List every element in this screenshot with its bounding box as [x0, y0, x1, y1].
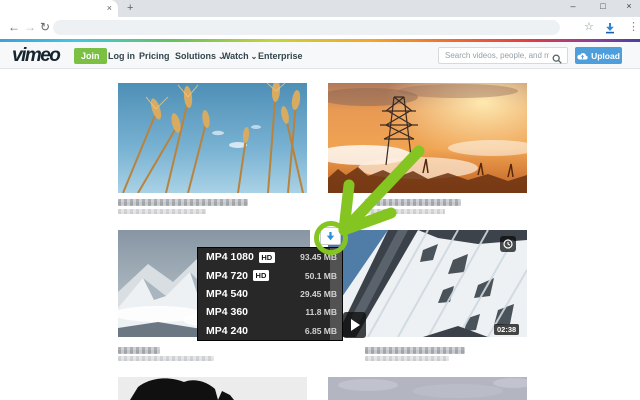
join-button[interactable]: Join	[74, 48, 107, 64]
play-button[interactable]	[343, 312, 366, 338]
browser-tab[interactable]: ×	[0, 0, 118, 17]
back-icon[interactable]: ←	[8, 21, 20, 33]
video-thumbnail-wheat[interactable]	[118, 83, 307, 193]
play-icon	[351, 319, 360, 331]
download-arrow-icon	[325, 231, 336, 242]
hd-badge: HD	[253, 270, 269, 281]
video-meta-redacted	[365, 356, 449, 361]
vimeo-navbar: vimeo Join Log in Pricing Solutions⌄ Wat…	[0, 42, 640, 69]
nav-link-enterprise[interactable]: Enterprise	[258, 51, 303, 61]
nav-link-pricing[interactable]: Pricing	[139, 51, 170, 61]
window-close-icon[interactable]: ×	[622, 1, 636, 11]
search-input[interactable]	[438, 47, 568, 64]
chevron-down-icon: ⌄	[251, 52, 258, 61]
new-tab-icon[interactable]: +	[127, 2, 133, 14]
hd-badge: HD	[259, 252, 275, 263]
video-title-redacted[interactable]	[365, 347, 465, 354]
vimeo-logo[interactable]: vimeo	[12, 45, 59, 67]
menu-item-mp4-540[interactable]: MP4 540 29.45 MB	[198, 285, 342, 303]
video-meta-redacted	[118, 356, 214, 361]
video-title-redacted[interactable]	[365, 199, 461, 206]
extension-video-download-button[interactable]	[320, 227, 341, 245]
video-meta-redacted	[118, 209, 206, 214]
nav-link-solutions[interactable]: Solutions⌄	[175, 51, 225, 61]
address-bar[interactable]	[53, 20, 560, 35]
video-thumbnail-glacier[interactable]	[328, 377, 527, 400]
screenshot-root: × + – □ × ← → ↻ ☆ ⋮ vimeo Join Log in Pr…	[0, 0, 640, 400]
window-maximize-icon[interactable]: □	[596, 1, 610, 11]
video-thumbnail-ink-art[interactable]	[118, 377, 307, 400]
browser-toolbar: ← → ↻ ☆ ⋮	[0, 17, 640, 39]
forward-icon[interactable]: →	[24, 21, 36, 33]
menu-item-mp4-360[interactable]: MP4 360 11.8 MB	[198, 303, 342, 321]
video-title-redacted[interactable]	[118, 347, 160, 354]
extension-download-icon[interactable]	[604, 22, 616, 37]
nav-link-login[interactable]: Log in	[108, 51, 135, 61]
video-title-redacted[interactable]	[118, 199, 248, 206]
reload-icon[interactable]: ↻	[40, 21, 50, 33]
menu-item-mp4-240[interactable]: MP4 240 6.85 MB	[198, 322, 342, 340]
download-quality-menu: MP4 1080 HD 93.45 MB MP4 720 HD 50.1 MB …	[197, 247, 343, 341]
browser-tabstrip: × + – □ ×	[0, 0, 640, 17]
menu-item-mp4-720[interactable]: MP4 720 HD 50.1 MB	[198, 266, 342, 284]
bookmark-star-icon[interactable]: ☆	[584, 21, 594, 33]
clock-icon	[503, 239, 513, 249]
tab-close-icon[interactable]: ×	[107, 3, 112, 13]
upload-button[interactable]: Upload	[575, 47, 622, 64]
video-duration-badge: 02:38	[494, 324, 519, 335]
video-meta-redacted	[365, 209, 445, 214]
window-minimize-icon[interactable]: –	[566, 1, 580, 11]
search-icon	[552, 51, 562, 69]
nav-link-watch[interactable]: Watch⌄	[222, 51, 257, 61]
watch-later-button[interactable]	[500, 236, 516, 252]
upload-cloud-icon	[577, 52, 588, 60]
menu-item-mp4-1080[interactable]: MP4 1080 HD 93.45 MB	[198, 248, 342, 266]
video-thumbnail-sunset[interactable]	[328, 83, 527, 193]
browser-menu-icon[interactable]: ⋮	[628, 21, 639, 33]
